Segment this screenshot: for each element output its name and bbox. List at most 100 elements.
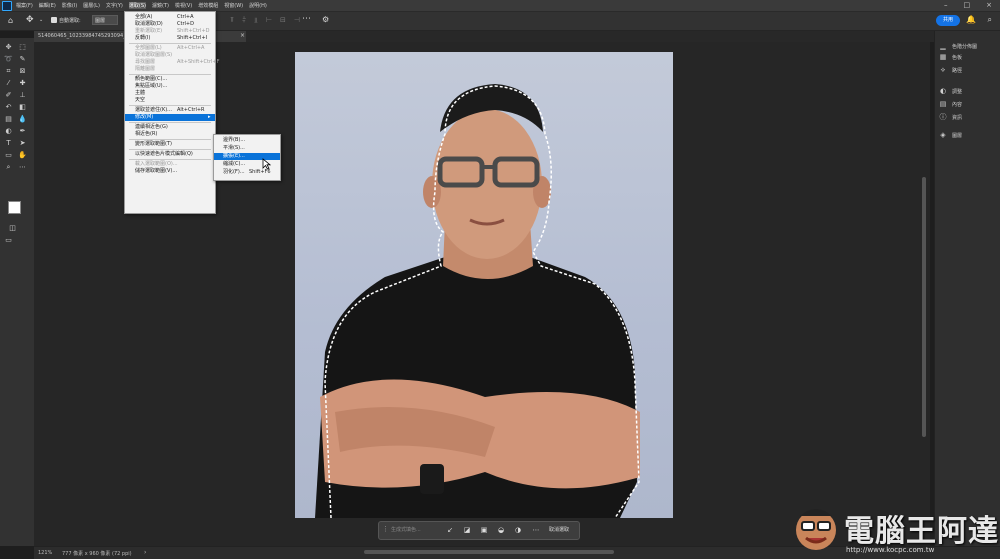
deselect-button[interactable]: 取消選取 xyxy=(549,526,569,533)
clone-stamp-tool-icon[interactable]: ⊥ xyxy=(18,91,27,100)
select-menu-item[interactable]: 以快速遮色片模式編輯(Q) xyxy=(125,151,215,158)
align-center-icon[interactable]: ⊟ xyxy=(280,16,286,25)
minimize-icon[interactable]: – xyxy=(944,1,948,9)
modify-submenu-item[interactable]: 羽化(F)... Shift+F6 xyxy=(214,169,280,176)
search-icon[interactable]: ⌕ xyxy=(988,15,992,25)
blur-tool-icon[interactable]: 💧 xyxy=(18,115,27,124)
rectangle-tool-icon[interactable]: ▭ xyxy=(4,151,13,160)
menu-item[interactable]: 編輯(E) xyxy=(39,2,56,9)
select-menu-item[interactable]: 重新選取(E) Shift+Ctrl+D xyxy=(125,28,215,35)
select-menu-item[interactable]: 隔離圖層 xyxy=(125,66,215,73)
select-menu-item[interactable]: 取消選取圖層(S) xyxy=(125,52,215,59)
mask-icon[interactable]: ▣ xyxy=(479,525,489,535)
home-icon[interactable]: ⌂ xyxy=(8,16,13,25)
crop-tool-icon[interactable]: ⌗ xyxy=(4,67,13,76)
drag-handle-icon[interactable]: ⋮ xyxy=(382,525,389,533)
panel-tab[interactable]: ⟡ 路徑 xyxy=(939,66,962,74)
more-tools-icon[interactable]: ⋯ xyxy=(18,163,27,172)
select-menu-item[interactable]: 尋找圖層 Alt+Shift+Ctrl+F xyxy=(125,59,219,66)
bell-icon[interactable]: 🔔 xyxy=(966,15,976,24)
select-menu-item[interactable]: 修改(M) ▸ xyxy=(125,114,215,121)
close-tab-icon[interactable]: × xyxy=(240,32,245,39)
auto-select-dropdown[interactable]: 圖層 xyxy=(92,15,118,25)
select-menu-item[interactable]: 焦點區域(U)... xyxy=(125,83,215,90)
fill-icon[interactable]: ◒ xyxy=(496,525,506,535)
menu-item[interactable]: 圖層(L) xyxy=(83,2,100,9)
gear-icon[interactable]: ⚙ xyxy=(322,15,329,24)
hand-tool-icon[interactable]: ✋ xyxy=(18,151,27,160)
pen-tool-icon[interactable]: ✒ xyxy=(18,127,27,136)
path-select-tool-icon[interactable]: ➤ xyxy=(18,139,27,148)
align-bottom-icon[interactable]: ⫫ xyxy=(254,16,258,25)
panel-tab[interactable]: ▦ 色板 xyxy=(939,53,962,61)
select-menu-item[interactable]: 載入選取範圍(O)... xyxy=(125,161,215,168)
quick-select-tool-icon[interactable]: ✎ xyxy=(18,55,27,64)
generative-fill-button[interactable]: 生成式填色... xyxy=(391,526,421,533)
modify-submenu-item[interactable]: 邊界(B)... xyxy=(214,137,280,144)
align-right-icon[interactable]: ⊣ xyxy=(294,16,300,25)
select-menu-item[interactable]: 反轉(I) Shift+Ctrl+I xyxy=(125,35,215,42)
invert-selection-icon[interactable]: ◪ xyxy=(462,525,472,535)
adjustment-icon[interactable]: ◑ xyxy=(513,525,523,535)
align-top-icon[interactable]: ⫪ xyxy=(230,16,234,25)
panel-tab[interactable]: ◈ 圖層 xyxy=(939,131,962,139)
menu-item[interactable]: 視窗(W) xyxy=(224,2,243,9)
document-canvas[interactable] xyxy=(295,52,673,518)
panel-tab[interactable]: ⓘ 資訊 xyxy=(939,113,963,121)
more-options-icon[interactable]: ⋯ xyxy=(302,14,311,24)
more-icon[interactable]: ⋯ xyxy=(531,525,541,535)
menu-item[interactable]: 說明(H) xyxy=(249,2,267,9)
select-menu-item[interactable]: 全部圖層(L) Alt+Ctrl+A xyxy=(125,45,215,52)
brush-tool-icon[interactable]: ✐ xyxy=(4,91,13,100)
move-tool-icon[interactable]: ✥ xyxy=(4,43,13,52)
type-tool-icon[interactable]: T xyxy=(4,139,13,148)
lasso-tool-icon[interactable]: ➰ xyxy=(4,55,13,64)
menu-item[interactable]: 增效模組 xyxy=(198,2,218,9)
frame-tool-icon[interactable]: ⊠ xyxy=(18,67,27,76)
select-menu-item[interactable]: 取消選取(D) Ctrl+D xyxy=(125,21,215,28)
menu-item[interactable]: 濾鏡(T) xyxy=(152,2,169,9)
select-menu-item[interactable]: 選取並遮住(K)... Alt+Ctrl+R xyxy=(125,107,215,114)
select-menu-item[interactable]: 連續相近色(G) xyxy=(125,124,215,131)
screen-mode-icon[interactable]: ▭ xyxy=(4,236,13,245)
menu-item[interactable]: 選取(S) xyxy=(128,2,146,9)
select-menu-item[interactable]: 儲存選取範圍(V)... xyxy=(125,168,215,175)
menu-item[interactable]: 檢視(V) xyxy=(175,2,192,9)
move-tool-icon[interactable]: ✥ xyxy=(26,15,34,25)
chevron-right-icon[interactable]: › xyxy=(144,549,146,556)
menu-item[interactable]: 檔案(F) xyxy=(16,2,33,9)
modify-submenu-item[interactable]: 平滑(S)... xyxy=(214,145,280,152)
zoom-level[interactable]: 121% xyxy=(38,550,52,556)
select-menu-item[interactable]: 變形選取範圍(T) xyxy=(125,141,215,148)
zoom-tool-icon[interactable]: ⌕ xyxy=(4,163,13,172)
auto-select-checkbox[interactable] xyxy=(51,17,57,23)
healing-brush-tool-icon[interactable]: ✚ xyxy=(18,79,27,88)
gradient-tool-icon[interactable]: ▤ xyxy=(4,115,13,124)
select-menu-item[interactable]: 相近色(R) xyxy=(125,131,215,138)
close-icon[interactable]: × xyxy=(986,1,992,9)
dodge-tool-icon[interactable]: ◐ xyxy=(4,127,13,136)
vertical-scrollbar[interactable] xyxy=(922,177,926,437)
maximize-icon[interactable]: □ xyxy=(964,1,971,9)
panel-tab[interactable]: ◐ 調整 xyxy=(939,87,962,95)
menu-item[interactable]: 影像(I) xyxy=(62,2,77,9)
select-menu-item[interactable]: 天空 xyxy=(125,97,215,104)
select-menu-item[interactable]: 顏色範圍(C)... xyxy=(125,76,215,83)
menu-item[interactable]: 文字(Y) xyxy=(106,2,123,9)
align-middle-icon[interactable]: ⫩ xyxy=(242,16,246,25)
select-menu-item[interactable]: 全部(A) Ctrl+A xyxy=(125,14,215,21)
panel-tab[interactable]: ▁ 色階分佈圖 xyxy=(939,42,977,50)
share-button[interactable]: 共用 xyxy=(936,15,960,26)
eyedropper-tool-icon[interactable]: ⁄ xyxy=(4,79,13,88)
horizontal-scrollbar[interactable] xyxy=(364,550,614,554)
select-menu-item[interactable]: 主體 xyxy=(125,90,215,97)
history-brush-tool-icon[interactable]: ↶ xyxy=(4,103,13,112)
marquee-tool-icon[interactable]: ⬚ xyxy=(18,43,27,52)
eraser-tool-icon[interactable]: ◧ xyxy=(18,103,27,112)
chevron-down-icon[interactable]: ⌄ xyxy=(39,17,43,23)
subject-select-icon[interactable]: ↙ xyxy=(445,525,455,535)
align-left-icon[interactable]: ⊢ xyxy=(266,16,272,25)
foreground-color-swatch[interactable] xyxy=(8,201,21,214)
panel-tab[interactable]: ▤ 內容 xyxy=(939,100,962,108)
quick-mask-icon[interactable]: ◫ xyxy=(8,224,17,233)
